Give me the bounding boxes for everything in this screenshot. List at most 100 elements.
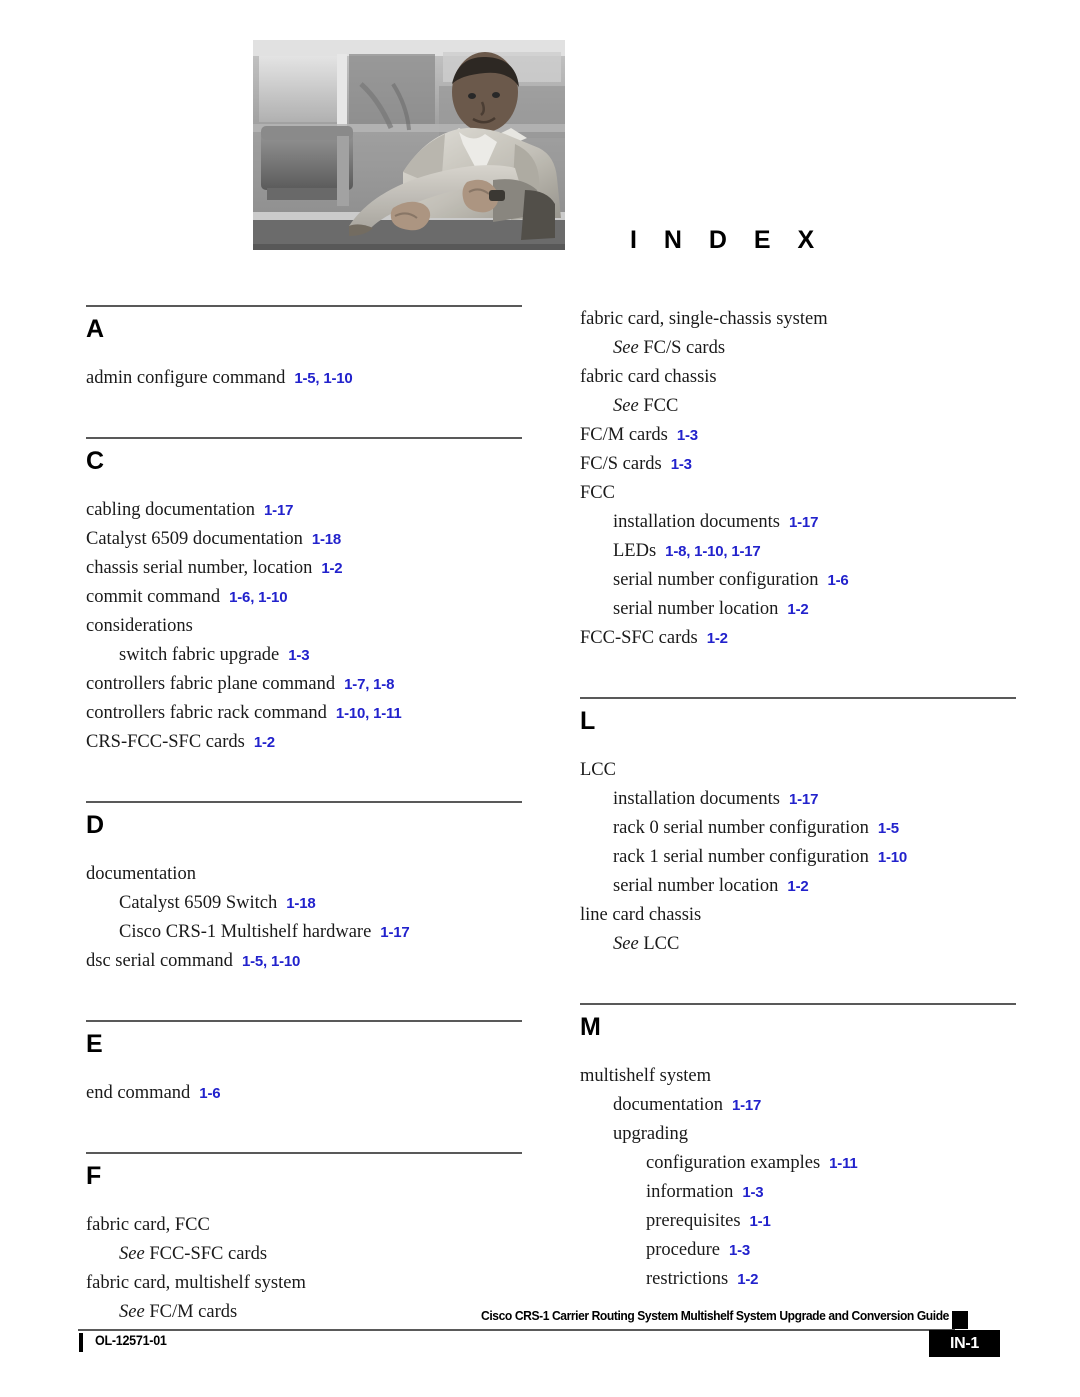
index-term: FC/M cards (580, 425, 668, 445)
index-term: line card chassis (580, 905, 702, 925)
index-term: serial number location (613, 599, 779, 619)
entry-list: multishelf system documentation 1-17 upgrad… (580, 1062, 1016, 1294)
letter-heading: F (86, 1162, 102, 1190)
index-entry: cabling documentation 1-17 (86, 496, 522, 525)
index-entry: FC/S cards 1-3 (580, 450, 1016, 479)
letter-section-continued: fabric card, single-chassis system See FC… (580, 305, 1016, 697)
letter-heading: D (86, 811, 105, 839)
index-term: FC/S cards (643, 338, 726, 358)
page-reference[interactable]: 1-1 (750, 1213, 771, 1230)
entry-list: end command 1-6 (86, 1079, 522, 1108)
letter-heading: L (580, 707, 596, 735)
index-entry: LEDs 1-8, 1-10, 1-17 (580, 537, 1016, 566)
page-reference[interactable]: 1-2 (254, 734, 275, 751)
page-footer: Cisco CRS-1 Carrier Routing System Multi… (0, 1300, 1080, 1370)
index-term: upgrading (613, 1124, 689, 1144)
index-entry: considerations (86, 612, 522, 641)
letter-divider-rule (580, 1003, 1016, 1005)
page-reference[interactable]: 1-8, 1-10, 1-17 (665, 543, 761, 560)
letter-heading: E (86, 1030, 103, 1058)
index-term: information (646, 1182, 734, 1202)
index-entry: admin configure command 1-5, 1-10 (86, 364, 522, 393)
letter-section-a: Aadmin configure command 1-5, 1-10 (86, 305, 522, 437)
index-entry: line card chassis (580, 901, 1016, 930)
index-term: installation documents (613, 789, 780, 809)
page-reference[interactable]: 1-3 (288, 647, 309, 664)
letter-section-e: Eend command 1-6 (86, 1020, 522, 1152)
index-term: FCC-SFC cards (149, 1244, 268, 1264)
page-reference[interactable]: 1-2 (787, 601, 808, 618)
index-entry: fabric card, multishelf system (86, 1269, 522, 1298)
index-entry: switch fabric upgrade 1-3 (86, 641, 522, 670)
index-entry: serial number location 1-2 (580, 872, 1016, 901)
page-reference[interactable]: 1-11 (829, 1155, 858, 1172)
index-term: serial number location (613, 876, 779, 896)
entry-list: cabling documentation 1-17 Catalyst 6509 d… (86, 496, 522, 757)
letter-heading: A (86, 315, 105, 343)
page-reference[interactable]: 1-18 (286, 895, 315, 912)
index-entry: fabric card, FCC (86, 1211, 522, 1240)
index-entry: dsc serial command 1-5, 1-10 (86, 947, 522, 976)
entry-list: fabric card, single-chassis system See FC… (580, 305, 1016, 653)
page-reference[interactable]: 1-2 (737, 1271, 758, 1288)
index-term: FCC (580, 483, 615, 503)
page-header: I N D E X (0, 0, 1080, 300)
letter-section-c: Ccabling documentation 1-17 Catalyst 6509 … (86, 437, 522, 801)
page-reference[interactable]: 1-2 (707, 630, 728, 647)
index-entry: configuration examples 1-11 (580, 1149, 1016, 1178)
see-label: See (613, 338, 644, 358)
index-entry: FC/M cards 1-3 (580, 421, 1016, 450)
index-entry: documentation (86, 860, 522, 889)
page-reference[interactable]: 1-7, 1-8 (344, 676, 394, 693)
page-reference[interactable]: 1-6 (828, 572, 849, 589)
see-label: See (613, 396, 644, 416)
index-entry: FCC (580, 479, 1016, 508)
index-term: prerequisites (646, 1211, 741, 1231)
page-reference[interactable]: 1-18 (312, 531, 341, 548)
index-entry: end command 1-6 (86, 1079, 522, 1108)
index-term: multishelf system (580, 1066, 712, 1086)
index-term: FC/S cards (580, 454, 662, 474)
letter-heading: M (580, 1013, 601, 1041)
index-title: I N D E X (630, 226, 825, 254)
page-reference[interactable]: 1-6 (199, 1085, 220, 1102)
index-entry: commit command 1-6, 1-10 (86, 583, 522, 612)
index-term: controllers fabric rack command (86, 703, 327, 723)
page-reference[interactable]: 1-5, 1-10 (294, 370, 352, 387)
index-column-right: fabric card, single-chassis system See FC… (580, 305, 1016, 1338)
page-reference[interactable]: 1-10, 1-11 (336, 705, 402, 722)
page-reference[interactable]: 1-17 (380, 924, 409, 941)
index-term: restrictions (646, 1269, 729, 1289)
index-entry: multishelf system (580, 1062, 1016, 1091)
index-entry: FCC-SFC cards 1-2 (580, 624, 1016, 653)
page-reference[interactable]: 1-3 (742, 1184, 763, 1201)
page-reference[interactable]: 1-2 (787, 878, 808, 895)
letter-section-d: Ddocumentation Catalyst 6509 Switch 1-18 Ci… (86, 801, 522, 1020)
entry-list: LCC installation documents 1-17 rack 0 seri… (580, 756, 1016, 959)
page-reference[interactable]: 1-5, 1-10 (242, 953, 300, 970)
page-reference[interactable]: 1-5 (878, 820, 899, 837)
see-label: See (119, 1244, 150, 1264)
page-reference[interactable]: 1-10 (878, 849, 907, 866)
page-reference[interactable]: 1-17 (789, 791, 818, 808)
index-term: documentation (86, 864, 196, 884)
letter-section-l: L LCC installation documents 1-17 rack 0 ser… (580, 697, 1016, 1003)
page-reference[interactable]: 1-3 (729, 1242, 750, 1259)
page-reference[interactable]: 1-2 (321, 560, 342, 577)
index-entry: controllers fabric rack command 1-10, 1-1… (86, 699, 522, 728)
page-reference[interactable]: 1-17 (264, 502, 293, 519)
page-reference[interactable]: 1-6, 1-10 (229, 589, 287, 606)
footer-left-bar (79, 1333, 83, 1352)
index-entry: installation documents 1-17 (580, 508, 1016, 537)
index-entry: documentation 1-17 (580, 1091, 1016, 1120)
index-entry: restrictions 1-2 (580, 1265, 1016, 1294)
page-reference[interactable]: 1-17 (732, 1097, 761, 1114)
page-reference[interactable]: 1-3 (671, 456, 692, 473)
page-reference[interactable]: 1-3 (677, 427, 698, 444)
index-term: fabric card chassis (580, 367, 717, 387)
page-reference[interactable]: 1-17 (789, 514, 818, 531)
